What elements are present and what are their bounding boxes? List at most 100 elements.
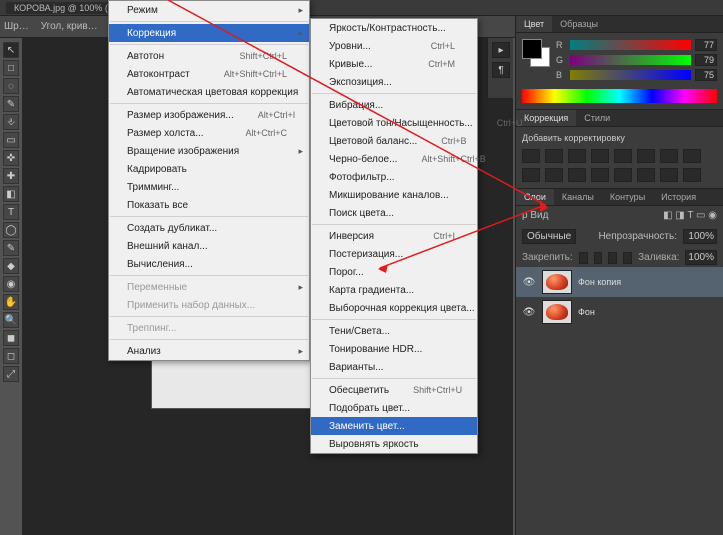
layer-kind[interactable]: р Вид <box>522 210 548 221</box>
menu-item[interactable]: Выборочная коррекция цвета... <box>311 299 477 317</box>
tab-Слои[interactable]: Слои <box>516 189 554 205</box>
menu-item[interactable]: Размер изображения...Alt+Ctrl+I <box>109 106 309 124</box>
lock-btn[interactable] <box>608 252 617 264</box>
tool-0[interactable]: ↖ <box>3 42 19 58</box>
menu-item[interactable]: Кадрировать <box>109 160 309 178</box>
menu-item[interactable]: Яркость/Контрастность... <box>311 19 477 37</box>
menu-item[interactable]: Вычисления... <box>109 255 309 273</box>
adjustment-icon[interactable] <box>591 149 609 163</box>
tool-1[interactable]: □ <box>3 60 19 76</box>
opt-angle[interactable]: Угол, крив… <box>41 21 98 32</box>
tool-4[interactable]: ⎀ <box>3 114 19 130</box>
menu-item[interactable]: ИнверсияCtrl+I <box>311 227 477 245</box>
visibility-icon[interactable]: 👁 <box>522 275 536 289</box>
layer-row[interactable]: 👁 Фон <box>516 297 723 327</box>
adjustment-icon[interactable] <box>614 168 632 182</box>
adjustment-icon[interactable] <box>545 149 563 163</box>
dock-icon[interactable]: ¶ <box>492 62 510 78</box>
tool-14[interactable]: ✋ <box>3 294 19 310</box>
tab-color[interactable]: Цвет <box>516 16 552 32</box>
menu-item[interactable]: Вращение изображения <box>109 142 309 160</box>
tool-5[interactable]: ▭ <box>3 132 19 148</box>
menu-item[interactable]: Режим <box>109 1 309 19</box>
tool-12[interactable]: ◆ <box>3 258 19 274</box>
tool-3[interactable]: ✎ <box>3 96 19 112</box>
adjustment-icon[interactable] <box>568 149 586 163</box>
tool-2[interactable]: ◌ <box>3 78 19 94</box>
fg-bg-swatch[interactable] <box>522 39 550 67</box>
adjustment-icon[interactable] <box>637 149 655 163</box>
adjustment-icon[interactable] <box>660 168 678 182</box>
menu-item[interactable]: Автоматическая цветовая коррекцияShift+C… <box>109 83 309 101</box>
menu-item[interactable]: Заменить цвет... <box>311 417 477 435</box>
menu-item[interactable]: Вибрация... <box>311 96 477 114</box>
tool-13[interactable]: ◉ <box>3 276 19 292</box>
tool-7[interactable]: ✚ <box>3 168 19 184</box>
adjustment-icon[interactable] <box>522 149 540 163</box>
tool-15[interactable]: 🔍 <box>3 312 19 328</box>
opt-font[interactable]: Шр… <box>4 21 29 32</box>
lock-btn[interactable] <box>594 252 603 264</box>
tab-История[interactable]: История <box>653 189 704 205</box>
menu-item[interactable]: ОбесцветитьShift+Ctrl+U <box>311 381 477 399</box>
menu-item[interactable]: Цветовой баланс...Ctrl+B <box>311 132 477 150</box>
adjustment-icon[interactable] <box>614 149 632 163</box>
tab-swatches[interactable]: Образцы <box>552 16 606 32</box>
dock-icon[interactable]: ▸ <box>492 42 510 58</box>
r-value[interactable]: 77 <box>695 39 717 51</box>
adjustment-icon[interactable] <box>683 149 701 163</box>
menu-item[interactable]: Коррекция <box>109 24 309 42</box>
tab-adjustments[interactable]: Коррекция <box>516 110 576 126</box>
r-slider[interactable] <box>570 40 691 50</box>
layer-row[interactable]: 👁 Фон копия <box>516 267 723 297</box>
opacity-value[interactable]: 100% <box>683 229 717 244</box>
menu-item[interactable]: Выровнять яркость <box>311 435 477 453</box>
menu-item[interactable]: Уровни...Ctrl+L <box>311 37 477 55</box>
b-slider[interactable] <box>570 70 691 80</box>
menu-item[interactable]: Внешний канал... <box>109 237 309 255</box>
menu-item[interactable]: АвтотонShift+Ctrl+L <box>109 47 309 65</box>
menu-item[interactable]: Показать все <box>109 196 309 214</box>
tool-6[interactable]: ✜ <box>3 150 19 166</box>
tool-16[interactable]: ◼ <box>3 330 19 346</box>
g-value[interactable]: 79 <box>695 54 717 66</box>
menu-item[interactable]: Черно-белое...Alt+Shift+Ctrl+B <box>311 150 477 168</box>
layer-name[interactable]: Фон <box>578 307 595 317</box>
menu-item[interactable]: Микширование каналов... <box>311 186 477 204</box>
tool-9[interactable]: T <box>3 204 19 220</box>
tab-Контуры[interactable]: Контуры <box>602 189 653 205</box>
tab-Каналы[interactable]: Каналы <box>554 189 602 205</box>
menu-item[interactable]: Кривые...Ctrl+M <box>311 55 477 73</box>
visibility-icon[interactable]: 👁 <box>522 305 536 319</box>
b-value[interactable]: 75 <box>695 69 717 81</box>
layer-name[interactable]: Фон копия <box>578 277 621 287</box>
lock-btn[interactable] <box>579 252 588 264</box>
adjustment-icon[interactable] <box>545 168 563 182</box>
tool-17[interactable]: ◻ <box>3 348 19 364</box>
menu-item[interactable]: Тени/Света... <box>311 322 477 340</box>
menu-item[interactable]: Тримминг... <box>109 178 309 196</box>
adjustment-icon[interactable] <box>591 168 609 182</box>
lock-btn[interactable] <box>623 252 632 264</box>
menu-item[interactable]: Цветовой тон/Насыщенность...Ctrl+U <box>311 114 477 132</box>
tool-11[interactable]: ✎ <box>3 240 19 256</box>
tab-styles[interactable]: Стили <box>576 110 618 126</box>
adjustment-icon[interactable] <box>568 168 586 182</box>
menu-item[interactable]: Подобрать цвет... <box>311 399 477 417</box>
menu-item[interactable]: Создать дубликат... <box>109 219 309 237</box>
menu-item[interactable]: Размер холста...Alt+Ctrl+C <box>109 124 309 142</box>
adjustment-icon[interactable] <box>522 168 540 182</box>
tool-10[interactable]: ◯ <box>3 222 19 238</box>
menu-item[interactable]: Поиск цвета... <box>311 204 477 222</box>
adjustment-icon[interactable] <box>660 149 678 163</box>
menu-item[interactable]: Карта градиента... <box>311 281 477 299</box>
menu-item[interactable]: Фотофильтр... <box>311 168 477 186</box>
menu-item[interactable]: Экспозиция... <box>311 73 477 91</box>
adjustment-icon[interactable] <box>637 168 655 182</box>
g-slider[interactable] <box>570 55 691 65</box>
menu-item[interactable]: Тонирование HDR... <box>311 340 477 358</box>
fill-value[interactable]: 100% <box>685 250 717 265</box>
tool-18[interactable]: ⤢ <box>3 366 19 382</box>
menu-item[interactable]: Варианты... <box>311 358 477 376</box>
menu-item[interactable]: Анализ <box>109 342 309 360</box>
